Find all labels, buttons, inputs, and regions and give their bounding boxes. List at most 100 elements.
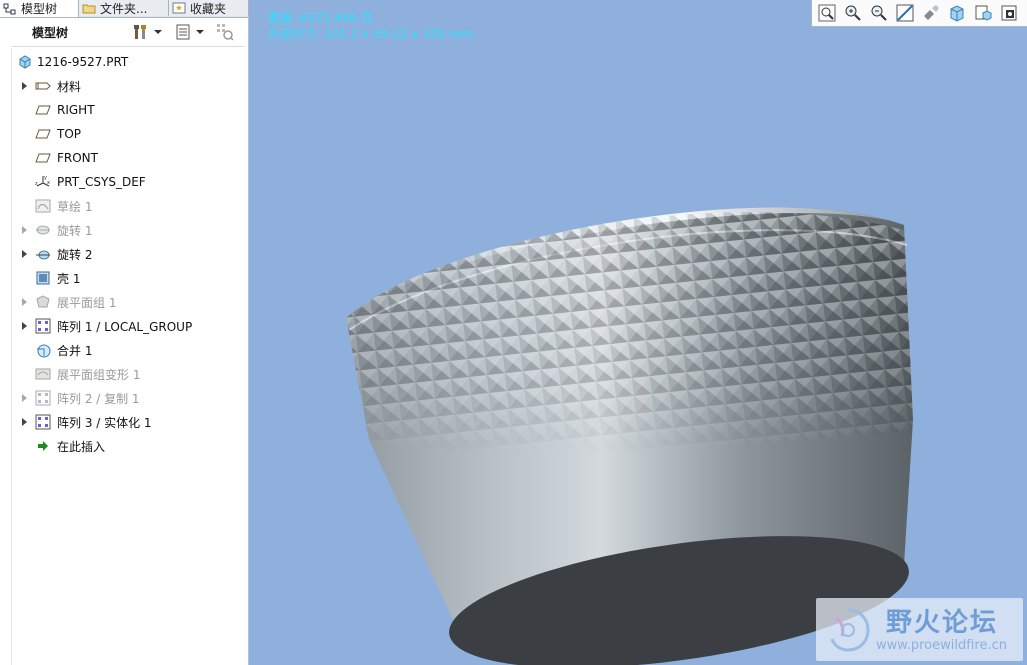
tree-item-label: 草绘 1 — [57, 199, 93, 214]
saved-views-button[interactable] — [946, 2, 968, 24]
datum-plane-icon — [35, 129, 51, 139]
view-manager-button[interactable] — [972, 2, 994, 24]
filter-button[interactable] — [214, 22, 236, 42]
tree-item-label: 合并 1 — [57, 343, 93, 358]
tab-label: 文件夹... — [100, 1, 148, 16]
model-tree-panel: 模型树 文件夹... 收藏夹 模型树 1216-9527.PRT 材料 RIGH… — [0, 0, 249, 665]
tree-item-label: 阵列 1 / LOCAL_GROUP — [57, 319, 193, 334]
tree-item-shell-1[interactable]: 壳 1 — [13, 266, 245, 290]
tab-favorites[interactable]: 收藏夹 — [169, 0, 249, 16]
tree-item-flatten-deform-1[interactable]: 展平面组变形 1 — [13, 362, 245, 386]
tree-item-label: TOP — [57, 127, 82, 141]
tree-item-label: PRT_CSYS_DEF — [57, 175, 146, 189]
tree-item-material[interactable]: 材料 — [13, 74, 245, 98]
pattern-icon — [35, 390, 51, 406]
tools-icon — [134, 25, 146, 39]
saved-views-icon — [950, 5, 964, 22]
tree-item-pattern-3[interactable]: 阵列 3 / 实体化 1 — [13, 410, 245, 434]
tree-root-label: 1216-9527.PRT — [37, 55, 129, 69]
show-button[interactable] — [172, 22, 194, 42]
tree-item-sketch-1[interactable]: 草绘 1 — [13, 194, 245, 218]
watermark-url: www.proewildfire.cn — [876, 638, 1007, 653]
chevron-down-icon[interactable] — [154, 30, 162, 34]
tree-item-label: 壳 1 — [57, 271, 81, 286]
tree-item-merge-1[interactable]: 合并 1 — [13, 338, 245, 362]
tree-gutter — [0, 48, 12, 665]
datum-plane-icon — [35, 153, 51, 163]
model-tree: 1216-9527.PRT 材料 RIGHT TOP FRONT yxz PRT… — [13, 50, 245, 458]
svg-text:x: x — [47, 180, 50, 186]
forum-watermark: 野火论坛 www.proewildfire.cn — [816, 598, 1023, 661]
flatten-deform-icon — [35, 368, 51, 380]
folder-icon — [82, 4, 96, 14]
expand-arrow-icon[interactable] — [22, 418, 27, 426]
insert-here-arrow-icon — [38, 441, 48, 451]
expand-arrow-icon[interactable] — [22, 250, 27, 258]
spin-center-button[interactable] — [998, 2, 1020, 24]
datum-plane-icon — [35, 105, 51, 115]
watermark-title: 野火论坛 — [886, 608, 999, 638]
tree-item-csys[interactable]: yxz PRT_CSYS_DEF — [13, 170, 245, 194]
zoom-fit-icon — [818, 4, 836, 22]
merge-icon — [37, 344, 51, 358]
expand-arrow-icon[interactable] — [22, 82, 27, 90]
expand-arrow-icon[interactable] — [22, 298, 27, 306]
tree-item-label: 在此插入 — [57, 439, 106, 454]
display-style-icon — [924, 5, 939, 20]
tree-item-pattern-2[interactable]: 阵列 2 / 复制 1 — [13, 386, 245, 410]
graphics-viewport[interactable]: 重量: 6372.446 克 外部尺寸: 101.2 x 59.12 x 100… — [249, 0, 1027, 665]
svg-text:z: z — [35, 181, 38, 187]
revolve-icon — [36, 250, 50, 260]
expand-arrow-icon[interactable] — [22, 322, 27, 330]
tab-label: 收藏夹 — [190, 1, 227, 16]
spin-center-icon — [1001, 5, 1017, 21]
tree-item-label: 材料 — [57, 79, 82, 94]
tree-item-label: RIGHT — [57, 103, 95, 117]
view-manager-icon — [975, 5, 992, 21]
tree-item-label: 旋转 1 — [57, 223, 93, 238]
tree-item-front[interactable]: FRONT — [13, 146, 245, 170]
list-icon — [176, 24, 190, 40]
mass-properties-readout: 重量: 6372.446 克 外部尺寸: 101.2 x 59.12 x 100… — [268, 10, 472, 42]
shell-icon — [36, 271, 50, 285]
repaint-button[interactable] — [894, 2, 916, 24]
view-toolbar — [811, 0, 1027, 27]
model-tree-icon — [3, 3, 16, 14]
zoom-out-icon — [871, 5, 887, 21]
revolve-icon — [36, 225, 50, 235]
tree-item-flatten-quilt-1[interactable]: 展平面组 1 — [13, 290, 245, 314]
tree-item-revolve-2[interactable]: 旋转 2 — [13, 242, 245, 266]
tree-item-pattern-1[interactable]: 阵列 1 / LOCAL_GROUP — [13, 314, 245, 338]
tree-item-insert-here[interactable]: 在此插入 — [13, 434, 245, 458]
tree-item-label: 展平面组 1 — [57, 295, 117, 310]
pattern-icon — [35, 414, 51, 430]
chevron-down-icon[interactable] — [196, 30, 204, 34]
knurl-texture — [346, 207, 913, 530]
toolbar-title: 模型树 — [32, 25, 69, 40]
tree-item-label: 阵列 2 / 复制 1 — [57, 391, 140, 406]
tree-item-label: FRONT — [57, 151, 98, 165]
tree-item-right[interactable]: RIGHT — [13, 98, 245, 122]
pattern-icon — [35, 318, 51, 334]
repaint-icon — [896, 4, 914, 22]
csys-icon: yxz — [35, 175, 50, 187]
tree-item-label: 展平面组变形 1 — [57, 367, 141, 382]
tree-root-part[interactable]: 1216-9527.PRT — [13, 50, 245, 74]
tree-item-label: 旋转 2 — [57, 247, 93, 262]
knurled-part-model[interactable] — [249, 0, 1027, 665]
tree-item-revolve-1[interactable]: 旋转 1 — [13, 218, 245, 242]
expand-arrow-icon[interactable] — [22, 226, 27, 234]
display-style-button[interactable] — [920, 2, 942, 24]
zoom-fit-button[interactable] — [816, 2, 838, 24]
zoom-in-button[interactable] — [842, 2, 864, 24]
tab-folder-browser[interactable]: 文件夹... — [79, 0, 169, 16]
material-icon — [35, 82, 51, 90]
tree-item-top[interactable]: TOP — [13, 122, 245, 146]
zoom-in-icon — [845, 5, 861, 21]
tree-item-label: 阵列 3 / 实体化 1 — [57, 415, 152, 430]
settings-button[interactable] — [130, 22, 152, 42]
favorites-icon — [172, 2, 186, 14]
tab-model-tree[interactable]: 模型树 — [0, 0, 79, 17]
expand-arrow-icon[interactable] — [22, 394, 27, 402]
zoom-out-button[interactable] — [868, 2, 890, 24]
